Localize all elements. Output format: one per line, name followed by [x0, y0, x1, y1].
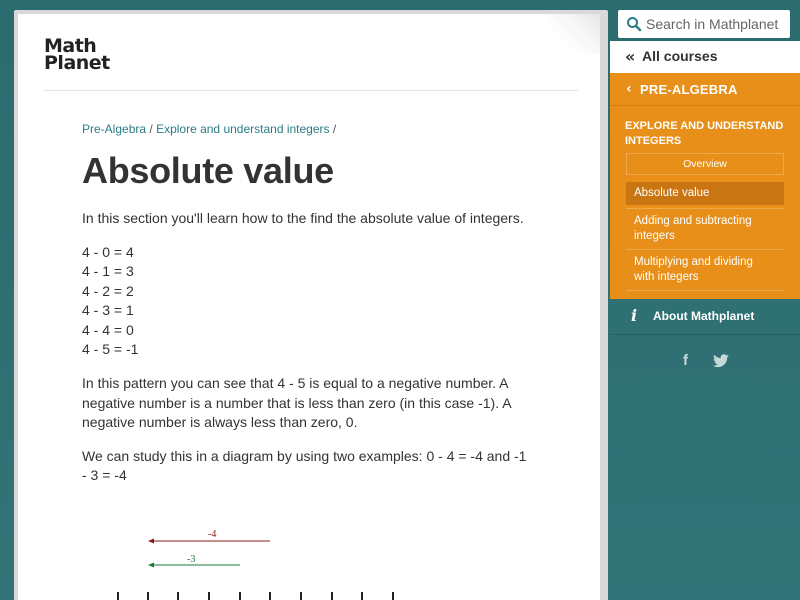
equation-list: 4 - 0 = 4 4 - 1 = 3 4 - 2 = 2 4 - 3 = 1 …	[82, 243, 532, 361]
intro-paragraph: In this section you'll learn how to the …	[82, 210, 524, 226]
nav-item-adding-subtracting[interactable]: Adding and subtracting integers	[626, 210, 784, 248]
breadcrumb-separator: /	[332, 122, 337, 136]
negative-number-paragraph: In this pattern you can see that 4 - 5 i…	[82, 375, 511, 431]
equation: 4 - 3 = 1	[82, 302, 134, 319]
nav-item-absolute-value[interactable]: Absolute value	[626, 182, 784, 205]
nav-item-multiplying-dividing[interactable]: Multiplying and dividing with integers	[626, 251, 784, 289]
page-title: Absolute value	[82, 150, 334, 191]
divider	[610, 334, 800, 335]
twitter-icon[interactable]	[712, 354, 730, 368]
mathplanet-logo[interactable]: Math Planet	[44, 37, 114, 78]
breadcrumb-pre-algebra[interactable]: Pre-Algebra	[82, 122, 146, 136]
equation: 4 - 5 = -1	[82, 341, 139, 358]
equation: 4 - 2 = 2	[82, 282, 134, 299]
search-icon	[627, 17, 642, 32]
equation: 4 - 1 = 3	[82, 263, 134, 280]
course-nav-panel: ‹ PRE-ALGEBRA EXPLORE AND UNDERSTAND INT…	[610, 73, 800, 299]
facebook-icon[interactable]: f	[683, 352, 688, 369]
info-icon: i	[631, 306, 638, 325]
all-courses-label: All courses	[642, 48, 718, 64]
header-divider	[44, 90, 578, 91]
equation: 4 - 0 = 4	[82, 243, 134, 260]
logo-line2: Planet	[44, 52, 110, 74]
double-chevron-left-icon: «	[625, 47, 636, 66]
arrow-minus-4-label: -4	[208, 529, 216, 540]
arrow-minus-3-label: -3	[187, 554, 195, 565]
section-title[interactable]: EXPLORE AND UNDERSTAND INTEGERS	[625, 119, 795, 149]
divider	[610, 105, 800, 106]
about-label: About Mathplanet	[653, 309, 755, 323]
search-input[interactable]	[646, 14, 786, 34]
breadcrumb: Pre-Algebra / Explore and understand int…	[82, 122, 336, 136]
divider	[626, 290, 784, 291]
diagram-intro-paragraph: We can study this in a diagram by using …	[82, 447, 527, 484]
lesson-content: In this section you'll learn how to the …	[82, 209, 532, 500]
arrow-minus-4-head	[148, 538, 154, 544]
all-courses-link[interactable]: « All courses	[610, 41, 800, 73]
chevron-left-icon: ‹	[626, 81, 632, 97]
overview-button[interactable]: Overview	[626, 153, 784, 175]
number-line-diagram: -4 -3	[117, 529, 394, 600]
divider	[626, 249, 784, 250]
breadcrumb-explore-integers[interactable]: Explore and understand integers	[156, 122, 329, 136]
paper-curl	[545, 14, 600, 54]
arrow-minus-3-head	[148, 562, 154, 568]
about-mathplanet-link[interactable]: i About Mathplanet	[610, 300, 800, 334]
divider	[626, 208, 784, 209]
search-box[interactable]	[618, 10, 790, 38]
equation: 4 - 4 = 0	[82, 321, 134, 338]
course-label: PRE-ALGEBRA	[640, 82, 738, 97]
social-links: f	[674, 352, 754, 372]
breadcrumb-separator: /	[149, 122, 153, 136]
course-link-pre-algebra[interactable]: ‹ PRE-ALGEBRA	[610, 73, 800, 105]
